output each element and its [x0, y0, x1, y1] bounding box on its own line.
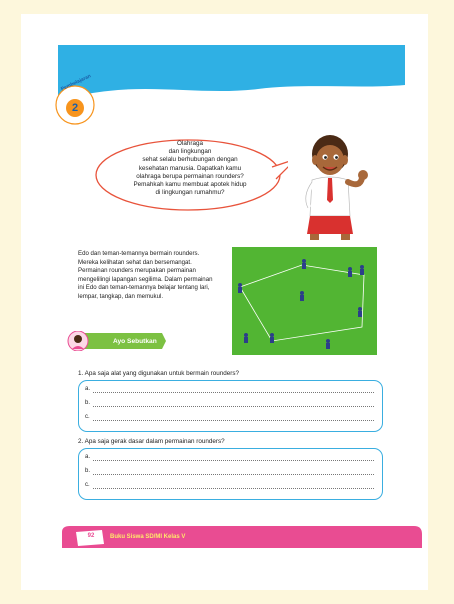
answer-line-1b[interactable]: b. — [85, 400, 374, 410]
answer-box-2: a. b. c. — [78, 448, 383, 500]
answer-line-2b[interactable]: b. — [85, 468, 374, 478]
student-illustration — [302, 135, 368, 240]
rounders-field-illustration — [232, 247, 377, 355]
header-banner — [58, 45, 405, 103]
answer-line-2c[interactable]: c. — [85, 482, 374, 492]
answer-line-2a[interactable]: a. — [85, 454, 374, 464]
question-1: 1. Apa saja alat yang digunakan untuk be… — [78, 370, 240, 377]
page-number: 92 — [87, 533, 95, 539]
ayo-sebutkan-title: Ayo Sebutkan — [113, 338, 157, 345]
answer-line-1a[interactable]: a. — [85, 386, 374, 396]
intro-paragraph: Edo dan teman-temannya bermain rounders.… — [78, 250, 213, 300]
lesson-number: 2 — [71, 102, 79, 114]
question-2: 2. Apa saja gerak dasar dalam permainan … — [78, 438, 225, 445]
bubble-text: Olahraga dan lingkungan sehat selalu ber… — [133, 140, 247, 197]
footer-title: Buku Siswa SD/MI Kelas V — [110, 534, 186, 540]
answer-line-1c[interactable]: c. — [85, 414, 374, 424]
answer-box-1: a. b. c. — [78, 380, 383, 432]
